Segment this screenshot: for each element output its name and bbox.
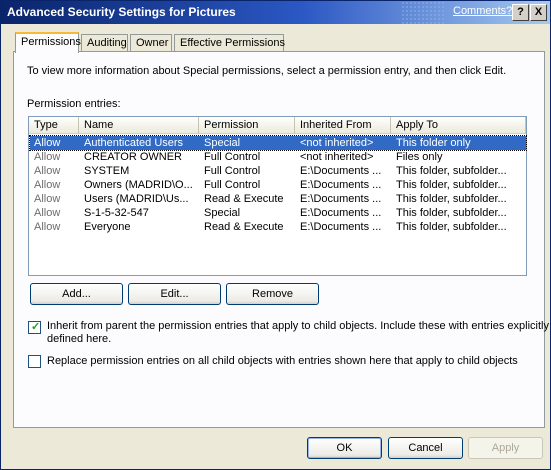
cell-inherited-from: E:\Documents ... <box>300 165 382 177</box>
add-button[interactable]: Add... <box>30 283 123 305</box>
close-button[interactable]: X <box>530 4 547 21</box>
cell-apply-to: This folder, subfolder... <box>396 179 507 191</box>
cell-name: CREATOR OWNER <box>84 151 182 163</box>
replace-label: Replace permission entries on all child … <box>47 355 518 367</box>
info-text: To view more information about Special p… <box>27 65 507 77</box>
cell-permission: Read & Execute <box>204 221 284 233</box>
permission-entries-label: Permission entries: <box>27 98 121 110</box>
cell-apply-to: This folder only <box>396 137 471 149</box>
titlebar-decoration <box>401 1 446 24</box>
cell-apply-to: Files only <box>396 151 443 163</box>
cell-apply-to: This folder, subfolder... <box>396 221 507 233</box>
edit-button[interactable]: Edit... <box>128 283 221 305</box>
cell-inherited-from: <not inherited> <box>300 137 374 149</box>
table-row[interactable]: Allow Everyone Read & Execute E:\Documen… <box>30 220 526 234</box>
cell-apply-to: This folder, subfolder... <box>396 193 507 205</box>
cell-permission: Full Control <box>204 165 261 177</box>
cell-inherited-from: <not inherited> <box>300 151 374 163</box>
cancel-button[interactable]: Cancel <box>388 437 463 459</box>
cell-name: Owners (MADRID\O... <box>84 179 193 191</box>
tab-auditing[interactable]: Auditing <box>81 34 128 52</box>
column-permission[interactable]: Permission <box>199 117 295 134</box>
window-title: Advanced Security Settings for Pictures <box>7 5 236 19</box>
comments-link[interactable]: Comments? <box>453 5 512 17</box>
cell-permission: Special <box>204 207 241 219</box>
cell-name: SYSTEM <box>84 165 130 177</box>
cell-type: Allow <box>34 165 61 177</box>
apply-button[interactable]: Apply <box>468 437 543 459</box>
column-name[interactable]: Name <box>79 117 199 134</box>
column-type[interactable]: Type <box>29 117 79 134</box>
tab-effective-permissions[interactable]: Effective Permissions <box>174 34 285 52</box>
inherit-checkbox[interactable]: ✓ <box>28 321 41 334</box>
table-row[interactable]: Allow S-1-5-32-547 Special E:\Documents … <box>30 206 526 220</box>
help-button[interactable]: ? <box>512 4 529 21</box>
cell-name: Everyone <box>84 221 131 233</box>
cell-apply-to: This folder, subfolder... <box>396 207 507 219</box>
permissions-panel: To view more information about Special p… <box>13 51 549 428</box>
tab-permissions[interactable]: Permissions <box>15 32 81 53</box>
list-header: Type Name Permission Inherited From Appl… <box>29 117 526 134</box>
remove-button[interactable]: Remove <box>226 283 319 305</box>
cell-name: S-1-5-32-547 <box>84 207 149 219</box>
cell-type: Allow <box>34 151 61 163</box>
table-row[interactable]: Allow SYSTEM Full Control E:\Documents .… <box>30 164 526 178</box>
cell-permission: Full Control <box>204 179 261 191</box>
security-dialog: Advanced Security Settings for Pictures … <box>0 0 551 470</box>
cell-permission: Special <box>204 137 241 149</box>
cell-type: Allow <box>34 207 61 219</box>
tab-owner[interactable]: Owner <box>130 34 172 52</box>
cell-permission: Read & Execute <box>204 193 284 205</box>
ok-button[interactable]: OK <box>307 437 382 459</box>
column-inherited-from[interactable]: Inherited From <box>295 117 391 134</box>
column-apply-to[interactable]: Apply To <box>391 117 526 134</box>
cell-inherited-from: E:\Documents ... <box>300 193 382 205</box>
permission-entries-list[interactable]: Type Name Permission Inherited From Appl… <box>28 116 527 276</box>
table-row[interactable]: Allow Authenticated Users Special <not i… <box>29 135 527 151</box>
inherit-label-line1: Inherit from parent the permission entri… <box>47 320 549 332</box>
cell-name: Authenticated Users <box>84 137 184 149</box>
cell-inherited-from: E:\Documents ... <box>300 179 382 191</box>
cell-inherited-from: E:\Documents ... <box>300 207 382 219</box>
cell-type: Allow <box>34 179 61 191</box>
cell-apply-to: This folder, subfolder... <box>396 165 507 177</box>
cell-permission: Full Control <box>204 151 261 163</box>
cell-inherited-from: E:\Documents ... <box>300 221 382 233</box>
checkmark-icon: ✓ <box>31 321 41 333</box>
replace-checkbox[interactable] <box>28 355 41 368</box>
title-bar[interactable]: Advanced Security Settings for Pictures … <box>1 1 550 24</box>
table-row[interactable]: Allow CREATOR OWNER Full Control <not in… <box>30 150 526 164</box>
table-row[interactable]: Allow Owners (MADRID\O... Full Control E… <box>30 178 526 192</box>
table-row[interactable]: Allow Users (MADRID\Us... Read & Execute… <box>30 192 526 206</box>
cell-type: Allow <box>34 193 61 205</box>
cell-type: Allow <box>34 221 61 233</box>
cell-type: Allow <box>34 137 61 149</box>
cell-name: Users (MADRID\Us... <box>84 193 189 205</box>
inherit-label-line2: defined here. <box>47 333 112 345</box>
